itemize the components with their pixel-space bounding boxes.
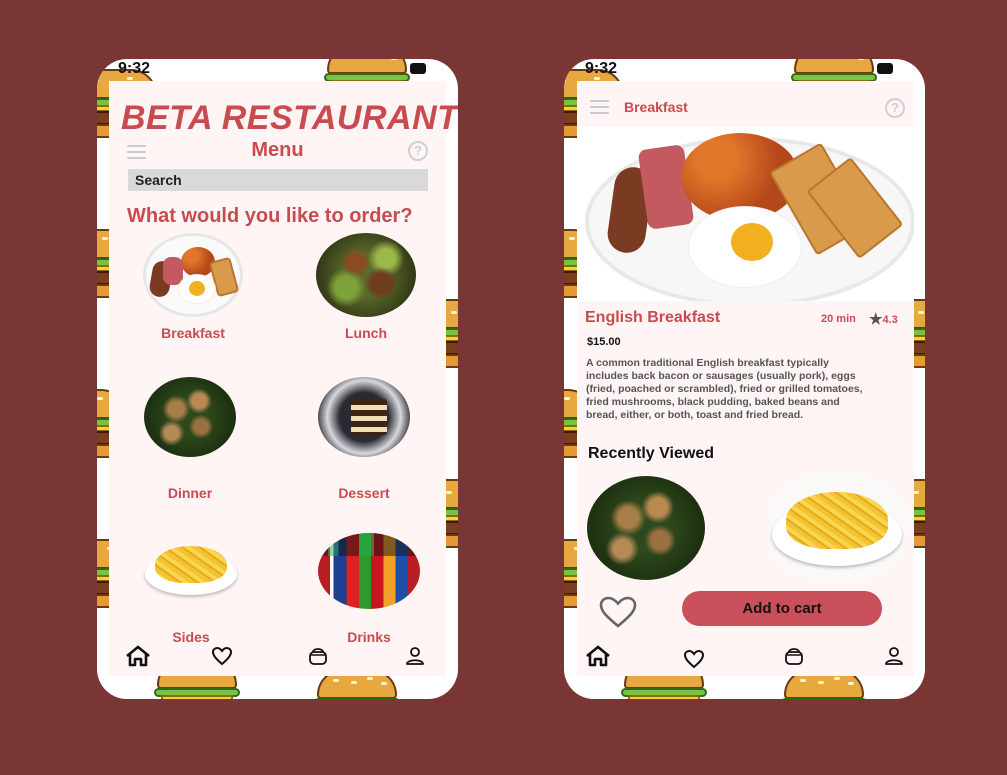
page-title: Breakfast — [624, 99, 688, 115]
add-to-cart-button[interactable]: Add to cart — [682, 591, 882, 626]
help-icon[interactable]: ? — [408, 141, 428, 161]
home-icon[interactable] — [125, 644, 151, 668]
category-lunch[interactable]: Lunch — [296, 233, 436, 341]
bottom-nav — [577, 636, 914, 676]
help-icon[interactable]: ? — [885, 98, 905, 118]
detail-phone: 9:32 Breakfast ? English Breakfast 20 mi… — [564, 59, 925, 699]
category-label: Breakfast — [161, 325, 225, 341]
category-dinner[interactable]: Dinner — [120, 377, 260, 501]
recent-item-sides[interactable] — [766, 473, 908, 581]
basket-icon[interactable] — [781, 644, 807, 668]
dish-image — [577, 127, 914, 301]
heart-icon — [599, 596, 637, 628]
prep-time: 20 min — [821, 313, 856, 325]
rating: ★4.3 — [869, 310, 898, 328]
lunch-image — [316, 233, 416, 317]
search-input[interactable] — [128, 169, 428, 191]
battery-icon — [877, 63, 893, 74]
detail-screen: Breakfast ? English Breakfast 20 min ★4.… — [577, 81, 914, 676]
category-label: Dinner — [167, 485, 213, 501]
breakfast-image — [143, 233, 243, 317]
category-dessert[interactable]: Dessert — [294, 377, 434, 501]
heart-icon[interactable] — [209, 644, 235, 668]
battery-icon — [410, 63, 426, 74]
status-time: 9:32 — [585, 60, 618, 77]
dish-description: A common traditional English breakfast t… — [586, 357, 863, 421]
menu-screen: BETA RESTAURANT Menu ? What would you li… — [109, 81, 458, 676]
category-drinks[interactable]: Drinks — [299, 533, 439, 645]
drinks-image — [318, 533, 420, 609]
dinner-image — [144, 377, 236, 457]
favorite-button[interactable] — [597, 594, 639, 630]
dessert-image — [318, 377, 410, 457]
profile-icon[interactable] — [402, 644, 428, 668]
page-title: Menu — [251, 139, 304, 161]
rating-value: 4.3 — [882, 314, 898, 326]
category-label: Dessert — [338, 485, 390, 501]
price: $15.00 — [587, 336, 621, 348]
menu-phone: 9:32 BETA RESTAURANT Menu ? What would y… — [97, 59, 458, 699]
home-icon[interactable] — [585, 644, 611, 668]
profile-icon[interactable] — [881, 644, 907, 668]
star-icon: ★ — [869, 311, 883, 328]
heart-icon[interactable] — [681, 647, 707, 671]
bottom-nav — [109, 636, 446, 676]
hamburger-menu-icon[interactable] — [590, 100, 609, 114]
recently-viewed-title: Recently Viewed — [588, 445, 714, 462]
category-sides[interactable]: Sides — [121, 533, 261, 645]
dish-name: English Breakfast — [585, 309, 721, 326]
category-breakfast[interactable]: Breakfast — [123, 233, 263, 341]
order-question: What would you like to order? — [127, 205, 413, 227]
basket-icon[interactable] — [305, 644, 331, 668]
brand-title: BETA RESTAURANT — [121, 99, 458, 137]
category-label: Lunch — [345, 325, 387, 341]
status-time: 9:32 — [118, 60, 151, 77]
recent-item-dinner[interactable] — [587, 476, 705, 580]
sides-image — [141, 533, 241, 605]
